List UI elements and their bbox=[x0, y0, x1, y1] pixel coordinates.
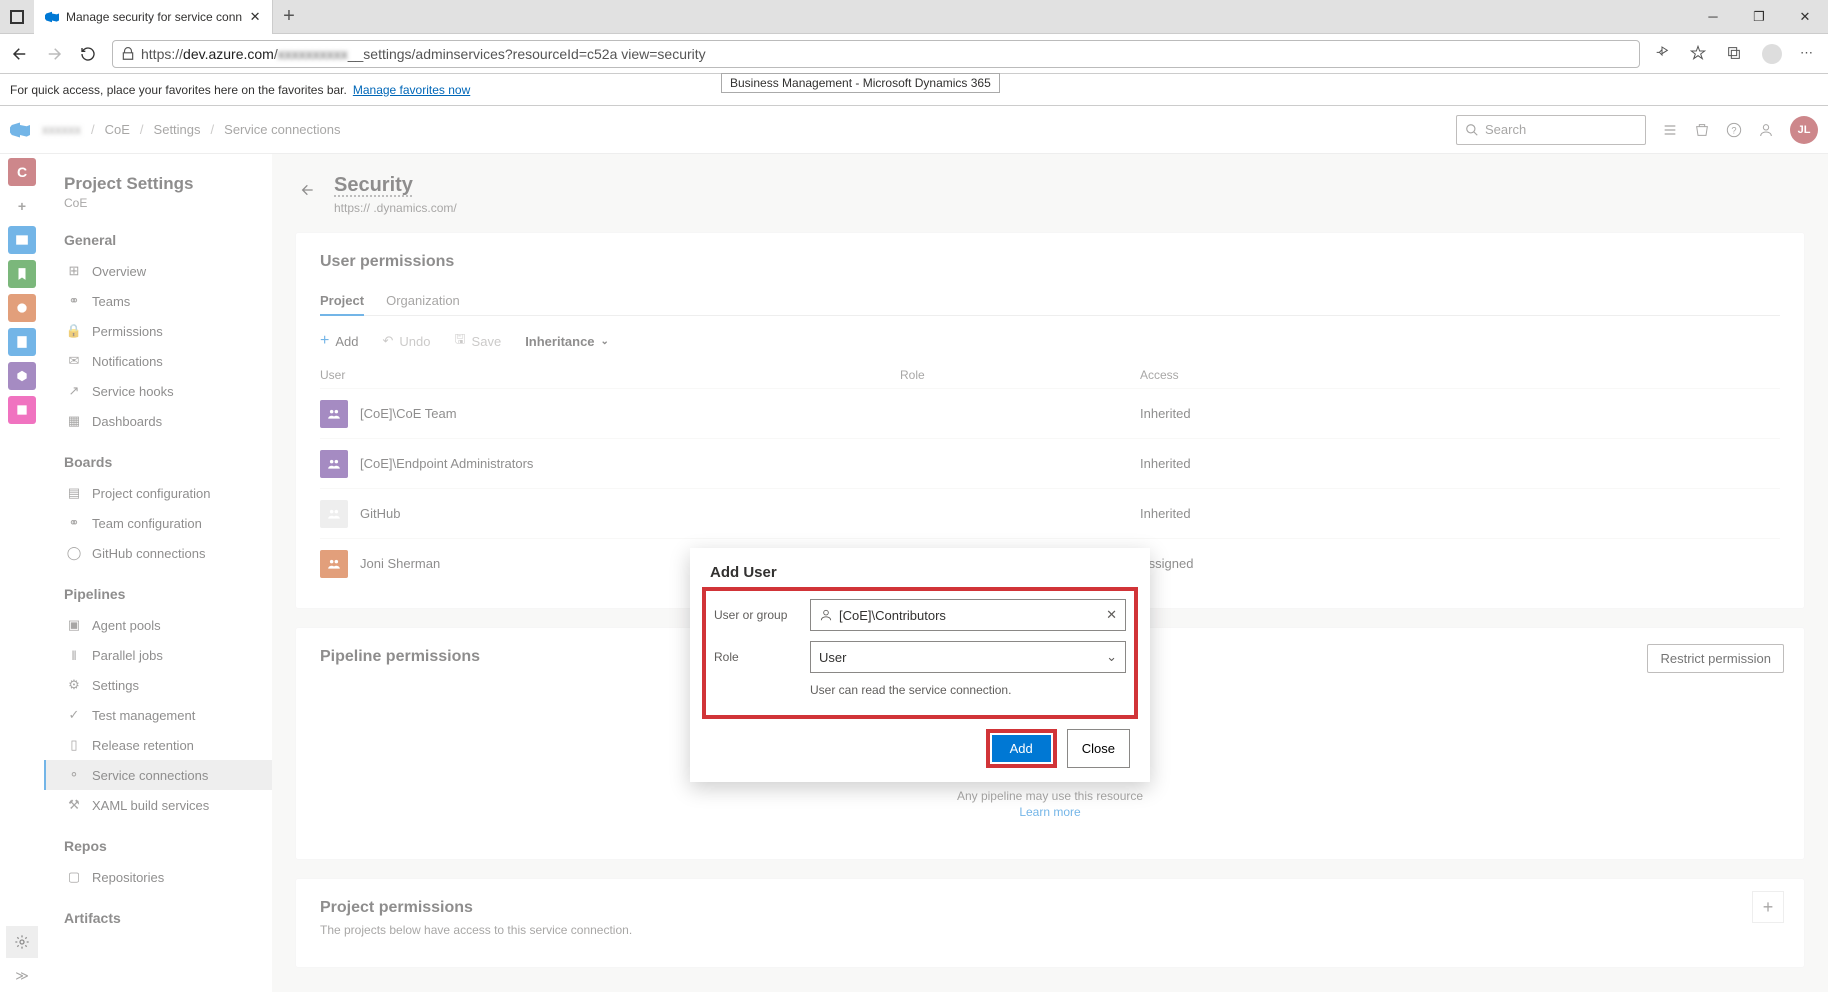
profile-avatar[interactable] bbox=[1762, 44, 1782, 64]
azure-devops-icon bbox=[44, 9, 60, 25]
link-tooltip: Business Management - Microsoft Dynamics… bbox=[721, 73, 1000, 93]
user-group-input[interactable]: [CoE]\Contributors ✕ bbox=[810, 599, 1126, 631]
role-select[interactable]: User ⌄ bbox=[810, 641, 1126, 673]
new-tab-button[interactable]: + bbox=[273, 5, 305, 28]
lock-icon bbox=[121, 47, 135, 61]
maximize-button[interactable]: ❐ bbox=[1736, 0, 1782, 34]
dialog-add-button[interactable]: Add bbox=[992, 735, 1051, 762]
dialog-close-button[interactable]: Close bbox=[1067, 729, 1130, 768]
url-input[interactable]: https://dev.azure.com/xxxxxxxxxx__settin… bbox=[112, 40, 1640, 68]
browser-titlebar: Manage security for service conn ✕ + ─ ❐… bbox=[0, 0, 1828, 34]
browser-tab[interactable]: Manage security for service conn ✕ bbox=[34, 0, 273, 34]
tabs-icon[interactable] bbox=[0, 9, 34, 25]
collections-icon[interactable] bbox=[1726, 45, 1744, 63]
chevron-down-icon: ⌄ bbox=[1106, 649, 1117, 665]
person-icon bbox=[819, 608, 833, 622]
dialog-title: Add User bbox=[710, 564, 1130, 581]
back-button[interactable] bbox=[10, 44, 30, 64]
forward-button[interactable] bbox=[44, 44, 64, 64]
minimize-button[interactable]: ─ bbox=[1690, 0, 1736, 34]
read-aloud-icon[interactable] bbox=[1654, 45, 1672, 63]
manage-favorites-link[interactable]: Manage favorites now bbox=[353, 83, 470, 97]
clear-icon[interactable]: ✕ bbox=[1106, 607, 1117, 623]
favorite-icon[interactable] bbox=[1690, 45, 1708, 63]
address-bar: https://dev.azure.com/xxxxxxxxxx__settin… bbox=[0, 34, 1828, 74]
menu-icon[interactable]: ⋯ bbox=[1800, 45, 1818, 63]
close-icon[interactable]: ✕ bbox=[248, 10, 262, 24]
add-user-dialog: Add User User or group [CoE]\Contributor… bbox=[690, 548, 1150, 782]
tab-title: Manage security for service conn bbox=[66, 10, 242, 24]
close-window-button[interactable]: ✕ bbox=[1782, 0, 1828, 34]
refresh-button[interactable] bbox=[78, 44, 98, 64]
